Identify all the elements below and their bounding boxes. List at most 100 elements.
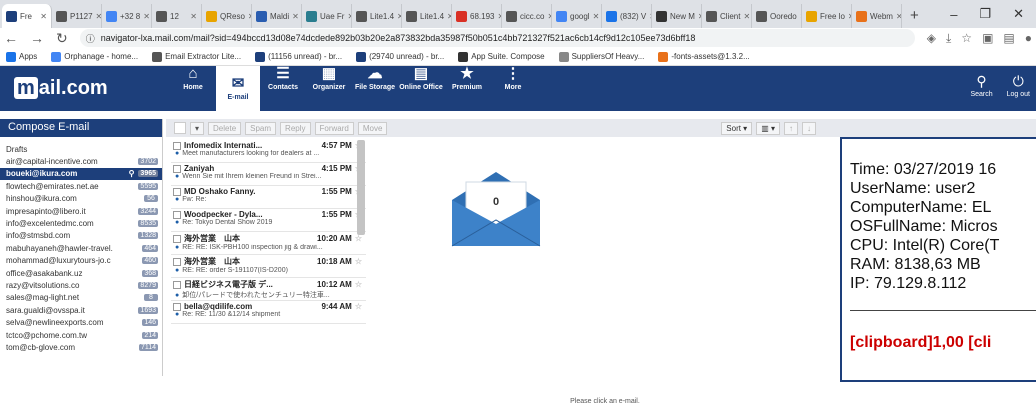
info-icon[interactable]: ⓘ bbox=[86, 32, 95, 45]
nav-item-online-office[interactable]: ▤ Online Office bbox=[398, 66, 444, 111]
folder-item[interactable]: info@stmsbd.com 1328 bbox=[0, 230, 162, 242]
bookmark-item[interactable]: -fonts-assets@1.3.2... bbox=[658, 51, 750, 62]
browser-tab[interactable]: 68.193✕ bbox=[452, 4, 502, 28]
bookmark-item[interactable]: (11156 unread) - br... bbox=[255, 51, 342, 62]
translate-icon[interactable]: ◈ bbox=[927, 31, 936, 46]
message-checkbox[interactable] bbox=[173, 187, 181, 196]
sort-up-icon[interactable]: ↑ bbox=[784, 121, 798, 135]
message-list-scrollbar[interactable] bbox=[357, 140, 365, 235]
message-checkbox[interactable] bbox=[173, 141, 181, 150]
tab-close-icon[interactable]: ✕ bbox=[292, 12, 299, 21]
message-row[interactable]: Infomedix Internati...4:57 PM☆●Meet manu… bbox=[171, 140, 366, 163]
bookmark-item[interactable]: Email Extractor Lite... bbox=[152, 51, 241, 62]
tab-close-icon[interactable]: ✕ bbox=[143, 12, 150, 21]
browser-tab[interactable]: cicc.co✕ bbox=[502, 4, 552, 28]
folder-item[interactable]: sara.gualdi@ovsspa.it 1693 bbox=[0, 304, 162, 316]
browser-tab[interactable]: Lite1.4✕ bbox=[352, 4, 402, 28]
sort-down-icon[interactable]: ↓ bbox=[802, 121, 816, 135]
close-icon[interactable]: ✕ bbox=[1013, 6, 1024, 22]
browser-tab[interactable]: Uae Fr✕ bbox=[302, 4, 352, 28]
folder-item[interactable]: office@asakabank.uz 368 bbox=[0, 267, 162, 279]
message-row[interactable]: 海外営業 山本 10:20 AM ☆ ● RE: RE: ISK-PBH100 insp… bbox=[171, 232, 366, 255]
new-tab-button[interactable]: + bbox=[902, 7, 927, 28]
back-icon[interactable]: ← bbox=[4, 30, 18, 46]
nav-item-organizer[interactable]: ▦ Organizer bbox=[306, 66, 352, 111]
download-icon[interactable]: ⤓ bbox=[946, 31, 951, 46]
folder-item[interactable]: Drafts bbox=[0, 143, 162, 155]
reload-icon[interactable]: ↻ bbox=[56, 30, 68, 47]
tab-close-icon[interactable]: ✕ bbox=[40, 12, 47, 21]
nav-item-premium[interactable]: ★ Premium bbox=[444, 66, 490, 111]
bookmark-item[interactable]: Orphanage - home... bbox=[51, 51, 138, 62]
bookmark-item[interactable]: App Suite. Compose bbox=[458, 51, 545, 62]
message-row[interactable]: 日経ビジネス電子版 デ... 10:12 AM ☆ ● 卸位/パレードで使われたセンチュ… bbox=[171, 278, 366, 301]
message-checkbox[interactable] bbox=[173, 210, 181, 219]
star-icon[interactable]: ☆ bbox=[355, 234, 362, 243]
nav-item-log-out[interactable]: ⏻ Log out bbox=[1007, 74, 1030, 98]
folder-item[interactable]: selva@newlineexports.com 146 bbox=[0, 316, 162, 328]
message-checkbox[interactable] bbox=[173, 257, 181, 266]
browser-tab[interactable]: Webm✕ bbox=[852, 4, 902, 28]
folder-item[interactable]: air@capital-incentive.com 3702 bbox=[0, 155, 162, 167]
compose-button[interactable]: Compose E-mail bbox=[0, 119, 162, 137]
tab-close-icon[interactable]: ✕ bbox=[743, 12, 750, 21]
star-icon[interactable]: ☆ bbox=[355, 302, 362, 311]
folder-item[interactable]: mohammad@luxurytours-jo.c 460 bbox=[0, 255, 162, 267]
message-checkbox[interactable] bbox=[173, 280, 181, 289]
bookmark-item[interactable]: (29740 unread) - br... bbox=[356, 51, 444, 62]
select-checkbox[interactable] bbox=[174, 122, 186, 134]
browser-tab[interactable]: Free lo✕ bbox=[802, 4, 852, 28]
message-row[interactable]: 海外営業 山本 10:18 AM ☆ ● RE: RE: order S-191107(… bbox=[171, 255, 366, 278]
folder-item[interactable]: razy@vitsolutions.co 8279 bbox=[0, 279, 162, 291]
extension-icon[interactable]: ▤ bbox=[1003, 31, 1014, 46]
delete-button[interactable]: Delete bbox=[208, 121, 242, 135]
folder-item[interactable]: tctco@pchome.com.tw 214 bbox=[0, 329, 162, 341]
browser-tab[interactable]: Ooredo✕ bbox=[752, 4, 802, 28]
browser-tab[interactable]: QReso✕ bbox=[202, 4, 252, 28]
browser-tab[interactable]: +32 8 ✕ bbox=[102, 4, 152, 28]
folder-item[interactable]: boueki@ikura.com ⚲ 3965 bbox=[0, 167, 162, 181]
spam-button[interactable]: Spam bbox=[245, 121, 277, 135]
nav-item-search[interactable]: ⚲ Search bbox=[970, 74, 992, 98]
browser-tab[interactable]: Maldi ✕ bbox=[252, 4, 302, 28]
nav-item-contacts[interactable]: ☰ Contacts bbox=[260, 66, 306, 111]
reply-button[interactable]: Reply bbox=[280, 121, 311, 135]
message-row[interactable]: Woodpecker - Dyla...1:55 PM☆●Re: Tokyo D… bbox=[171, 209, 366, 232]
mail-logo[interactable]: m ail.com bbox=[0, 77, 170, 100]
message-checkbox[interactable] bbox=[173, 302, 181, 311]
message-checkbox[interactable] bbox=[173, 234, 181, 243]
nav-item-e-mail[interactable]: ✉ E-mail bbox=[216, 66, 260, 111]
extension-icon[interactable]: ▣ bbox=[982, 31, 993, 46]
nav-item-more[interactable]: ⋮ More bbox=[490, 66, 536, 111]
browser-tab[interactable]: Client ✕ bbox=[702, 4, 752, 28]
message-checkbox[interactable] bbox=[173, 164, 181, 173]
folder-item[interactable]: flowtech@emirates.net.ae 5595 bbox=[0, 180, 162, 192]
folder-item[interactable]: sales@mag-light.net 8 bbox=[0, 292, 162, 304]
maximize-icon[interactable]: ❐ bbox=[979, 6, 991, 22]
browser-tab[interactable]: googl ✕ bbox=[552, 4, 602, 28]
tab-close-icon[interactable]: ✕ bbox=[593, 12, 600, 21]
browser-tab[interactable]: (832) V✕ bbox=[602, 4, 652, 28]
bookmark-item[interactable]: SuppliersOf Heavy... bbox=[558, 51, 644, 62]
tab-close-icon[interactable]: ✕ bbox=[190, 12, 197, 21]
url-field[interactable]: ⓘ navigator-lxa.mail.com/mail?sid=494bcc… bbox=[79, 29, 915, 47]
folder-item[interactable]: hinshou@ikura.com 56 bbox=[0, 193, 162, 205]
forward-icon[interactable]: → bbox=[30, 30, 44, 46]
minimize-icon[interactable]: – bbox=[950, 7, 957, 22]
search-icon[interactable]: ⚲ bbox=[129, 169, 135, 178]
message-row[interactable]: bella@qdilife.com 9:44 AM ☆ ● Re: RE: 11/30 … bbox=[171, 301, 366, 324]
message-row[interactable]: Zaniyah4:15 PM☆●Wenn Sie mit Ihrem klein… bbox=[171, 163, 366, 186]
star-icon[interactable]: ☆ bbox=[355, 257, 362, 266]
bookmark-item[interactable]: Apps bbox=[6, 51, 37, 62]
browser-tab[interactable]: P1127 ✕ bbox=[52, 4, 102, 28]
folder-item[interactable]: mabuhayaneh@hawler-travel. 464 bbox=[0, 242, 162, 254]
browser-tab[interactable]: 12 ✕ bbox=[152, 4, 202, 28]
star-icon[interactable]: ☆ bbox=[961, 31, 972, 46]
select-dropdown[interactable]: ▾ bbox=[190, 121, 205, 135]
view-toggle-button[interactable]: ▥ ▾ bbox=[756, 121, 780, 135]
nav-item-file-storage[interactable]: ☁ File Storage bbox=[352, 66, 398, 111]
star-icon[interactable]: ☆ bbox=[355, 280, 362, 289]
browser-tab[interactable]: New M✕ bbox=[652, 4, 702, 28]
sort-button[interactable]: Sort ▾ bbox=[721, 121, 753, 135]
browser-tab[interactable]: Lite1.4✕ bbox=[402, 4, 452, 28]
